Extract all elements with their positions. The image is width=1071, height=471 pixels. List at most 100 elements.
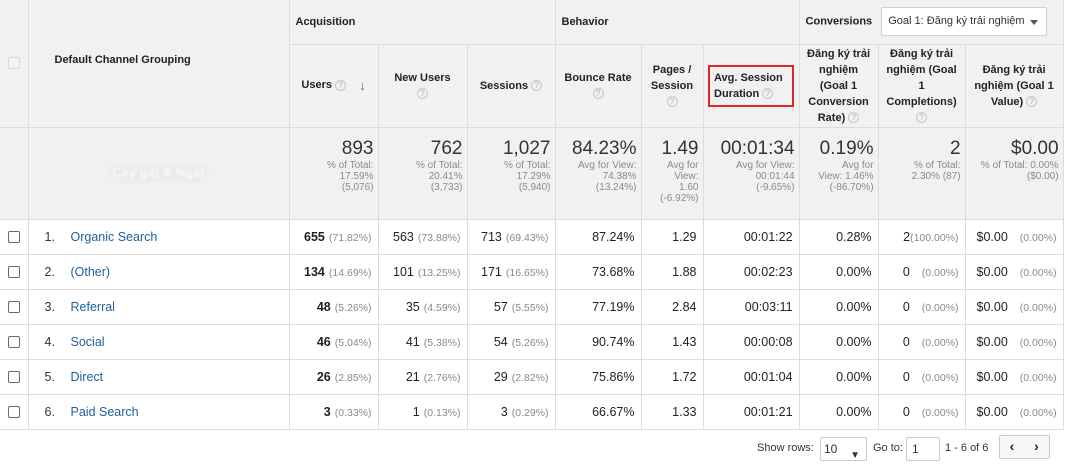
row-value-cell: $0.00 (0.00%) [965, 359, 1064, 395]
row-index: 6. [44, 404, 55, 419]
new-users-header-label: New Users [394, 71, 451, 84]
column-header-avg-session-duration[interactable]: Avg. Session Duration ? [703, 44, 800, 128]
chevron-down-icon: ▼ [850, 450, 860, 461]
row-index: 2. [44, 264, 55, 279]
totals-goal-conversion-rate: 0.19% Avg for View: 1.46% (-86.70%) [799, 127, 879, 220]
next-page-button[interactable]: › [1024, 435, 1050, 459]
row-value-pct: (0.00%) [1019, 371, 1057, 384]
row-index: 5. [44, 369, 55, 384]
row-users-cell: 3 (0.33%) [289, 394, 379, 430]
row-checkbox[interactable] [7, 336, 20, 349]
sessions-header-label: Sessions [479, 79, 529, 92]
row-completions-cell: 0 (0.00%) [878, 324, 966, 360]
channel-link[interactable]: (Other) [71, 265, 111, 279]
row-value-value: $0.00 [976, 334, 1008, 349]
row-value-value: $0.00 [976, 404, 1008, 419]
row-avg-duration-value: 00:01:21 [743, 404, 793, 419]
goto-page-value: 1 [912, 442, 919, 456]
row-users-pct: (71.82%) [328, 231, 372, 244]
row-conv-rate-cell: 0.00% [799, 359, 879, 395]
row-checkbox[interactable] [7, 266, 20, 279]
previous-page-button[interactable]: ‹ [999, 435, 1025, 459]
row-new-users-cell: 35 (4.59%) [378, 289, 468, 325]
totals-goal-completions-sub1: % of Total: [914, 159, 961, 171]
row-users-pct: (5.26%) [334, 301, 372, 314]
goto-label: Go to: [873, 442, 903, 454]
row-value-cell: $0.00 (0.00%) [965, 324, 1064, 360]
chevron-left-icon: ‹ [1009, 438, 1015, 454]
row-checkbox[interactable] [7, 231, 20, 244]
row-value-value: $0.00 [976, 264, 1008, 279]
help-icon[interactable]: ? [666, 96, 678, 108]
row-checkbox[interactable] [7, 371, 20, 384]
column-header-goal-conversion-rate[interactable]: Đăng ký trải nghiệm (Goal 1 Conversion R… [799, 44, 879, 128]
channel-link[interactable]: Direct [71, 370, 104, 384]
row-checkbox[interactable] [7, 301, 20, 314]
column-header-users[interactable]: Users ? ↓ [289, 44, 379, 128]
help-icon[interactable]: ? [762, 88, 774, 100]
totals-avg-session-duration-value: 00:01:34 [720, 137, 795, 159]
column-header-goal-completions[interactable]: Đăng ký trải nghiệm (Goal 1 Completions)… [878, 44, 966, 128]
row-completions-cell: 0 (0.00%) [878, 394, 966, 430]
row-checkbox-cell [0, 324, 29, 360]
help-icon[interactable]: ? [531, 80, 543, 92]
row-pages-session-cell: 1.88 [641, 254, 704, 290]
totals-users-value: 893 [341, 137, 374, 159]
totals-users: 893 % of Total: 17.59% (5,076) [289, 127, 379, 220]
help-icon[interactable]: ? [916, 112, 928, 124]
dimension-header[interactable]: Default Channel Grouping [28, 0, 290, 128]
channel-link[interactable]: Paid Search [71, 405, 139, 419]
totals-pages-session-sub1: Avg for [667, 159, 699, 171]
row-avg-duration-value: 00:01:04 [743, 369, 793, 384]
row-bounce-rate-value: 77.19% [592, 299, 635, 314]
help-icon[interactable]: ? [1026, 96, 1038, 108]
totals-pages-session: 1.49 Avg for View: 1.60 (-6.92%) [641, 127, 704, 220]
row-sessions-value: 3 [500, 404, 508, 419]
column-header-goal-value[interactable]: Đăng ký trải nghiệm (Goal 1 Value) ? [965, 44, 1064, 128]
help-icon[interactable]: ? [416, 88, 428, 100]
row-checkbox-cell [0, 394, 29, 430]
row-sessions-cell: 713 (69.43%) [467, 219, 556, 255]
row-pages-session-cell: 1.33 [641, 394, 704, 430]
row-value-value: $0.00 [976, 299, 1008, 314]
column-header-bounce-rate[interactable]: Bounce Rate ? [555, 44, 642, 128]
row-new-users-value: 21 [405, 369, 420, 384]
totals-bounce-rate-sub3: (13.24%) [595, 181, 637, 193]
column-header-new-users[interactable]: New Users ? [378, 44, 468, 128]
chevron-right-icon: › [1034, 438, 1039, 454]
bounce-rate-header-label: Bounce Rate [564, 71, 632, 84]
row-conv-rate-cell: 0.00% [799, 324, 879, 360]
row-users-value: 655 [304, 229, 325, 244]
help-icon[interactable]: ? [592, 88, 604, 100]
row-sessions-value: 54 [493, 334, 508, 349]
channel-link[interactable]: Social [71, 335, 105, 349]
goal-selector-dropdown[interactable]: Goal 1: Đăng ký trải nghiệm [881, 7, 1048, 37]
row-new-users-pct: (0.13%) [423, 406, 461, 419]
totals-goal-value-value: $0.00 [1011, 137, 1059, 159]
row-sessions-value: 171 [481, 264, 502, 279]
channel-link[interactable]: Referral [71, 300, 115, 314]
row-checkbox[interactable] [7, 406, 20, 419]
pages-session-header-label: Pages / Session [650, 63, 694, 92]
column-header-sessions[interactable]: Sessions ? [467, 44, 556, 128]
totals-goal-completions-sub2: 2.30% (87) [911, 170, 961, 182]
row-pages-session-value: 1.33 [672, 404, 697, 419]
row-new-users-pct: (13.25%) [417, 266, 461, 279]
channel-link[interactable]: Organic Search [71, 230, 158, 244]
row-users-pct: (2.85%) [334, 371, 372, 384]
show-rows-select[interactable]: 10 ▼ [820, 437, 867, 461]
row-bounce-rate-cell: 77.19% [555, 289, 642, 325]
column-header-pages-session[interactable]: Pages / Session ? [641, 44, 704, 128]
group-conversions-label: Conversions [805, 15, 873, 28]
table-row: 1. Organic Search 655 (71.82%) 563 (73.88%)… [0, 219, 1064, 255]
goto-page-input[interactable]: 1 [906, 437, 940, 461]
group-acquisition-label: Acquisition [295, 15, 356, 28]
row-pages-session-cell: 1.43 [641, 324, 704, 360]
row-sessions-pct: (0.29%) [511, 406, 549, 419]
sort-descending-icon[interactable]: ↓ [359, 78, 366, 94]
row-value-value: $0.00 [976, 229, 1008, 244]
help-icon[interactable]: ? [848, 112, 860, 124]
row-pages-session-value: 1.72 [672, 369, 697, 384]
help-icon[interactable]: ? [335, 80, 347, 92]
row-pages-session-cell: 1.29 [641, 219, 704, 255]
